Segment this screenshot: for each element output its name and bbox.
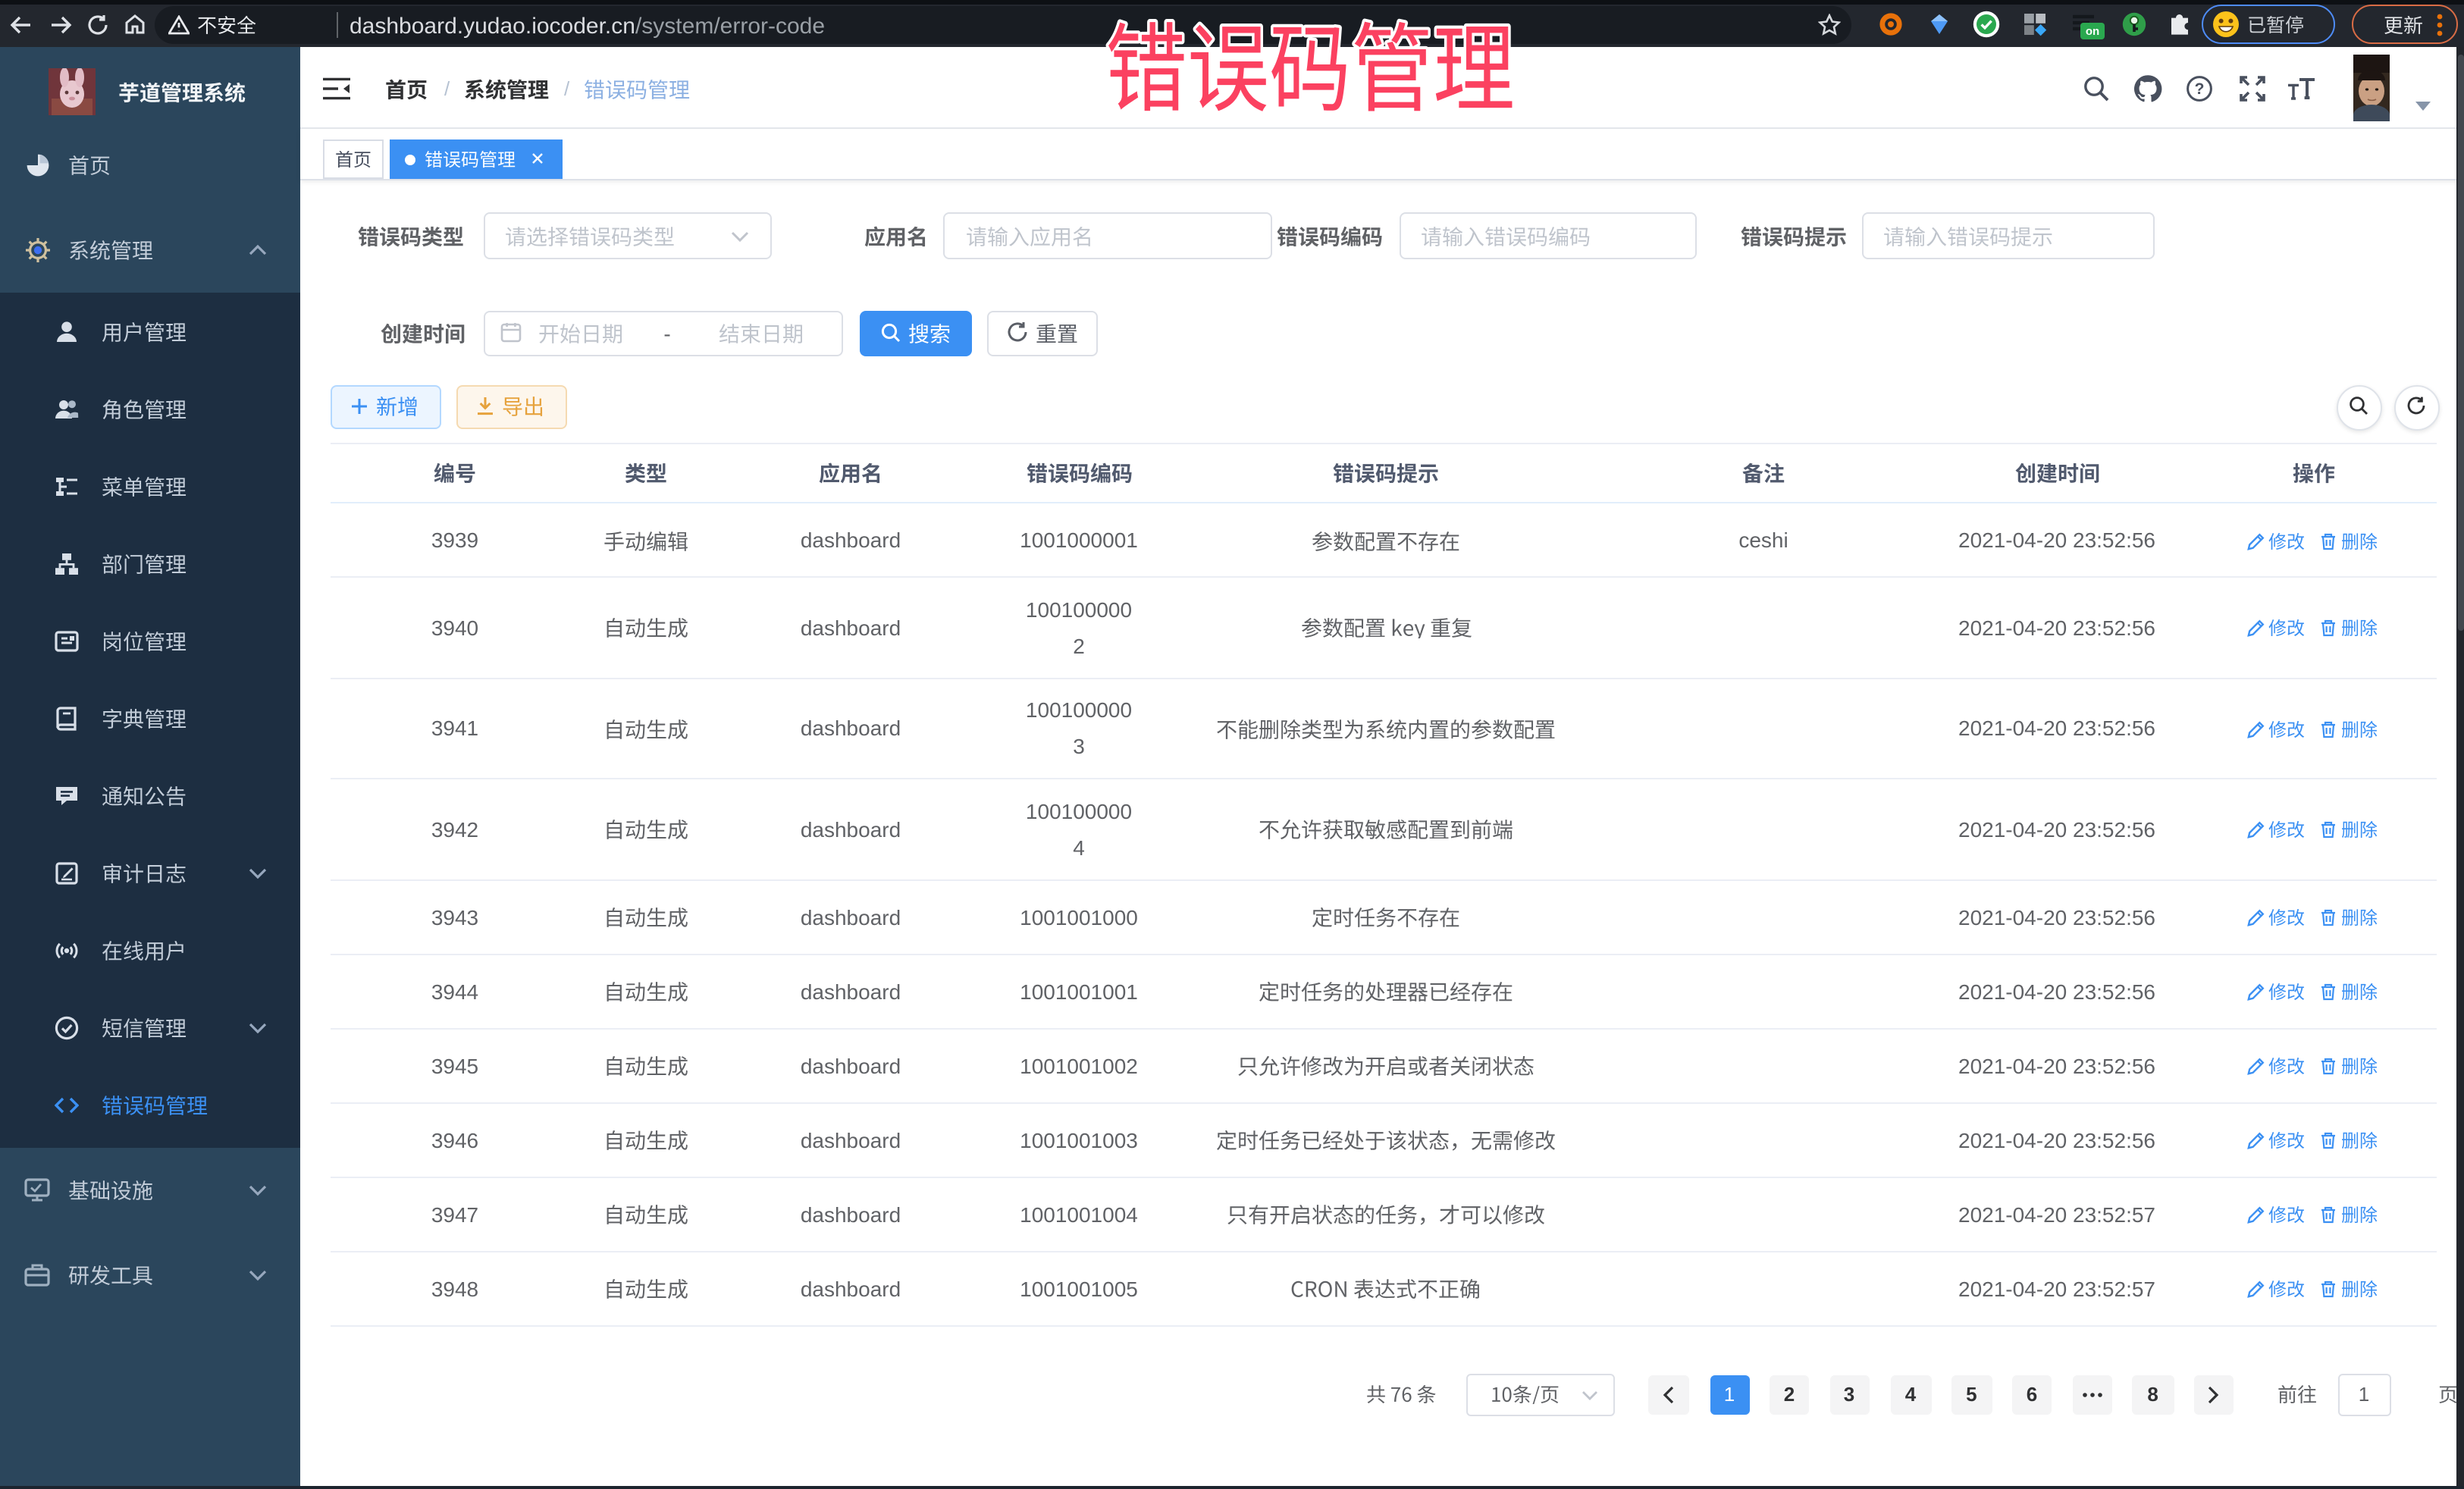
svg-text:?: ? (2195, 80, 2205, 98)
